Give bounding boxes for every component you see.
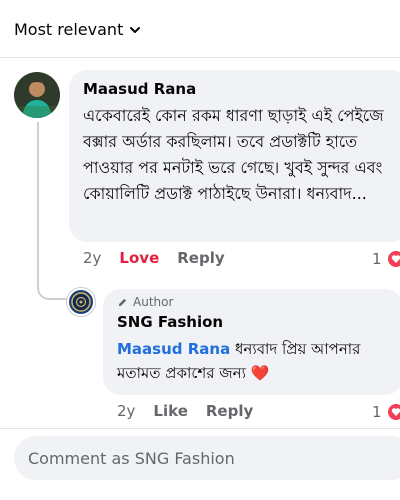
comment-input-placeholder: Comment as SNG Fashion [28, 448, 235, 468]
comments-panel: Most relevant Maasud Rana একেবারেই কোন র… [0, 0, 400, 500]
reply-button[interactable]: Reply [206, 402, 253, 420]
pencil-icon [118, 298, 127, 306]
reply-reaction-summary[interactable]: 1 [372, 402, 400, 422]
reply-text: Maasud Rana ধন্যবাদ প্রিয় আপনার মতামত প… [117, 337, 397, 385]
heart-icon [385, 402, 400, 422]
heart-icon [385, 249, 400, 269]
reply-actions: 2y Like Reply [117, 402, 253, 420]
reaction-count: 1 [372, 250, 382, 268]
reaction-summary[interactable]: 1 [372, 249, 400, 269]
reply-bubble: Author SNG Fashion Maasud Rana ধন্যবাদ প… [103, 289, 400, 395]
sort-label: Most relevant [14, 20, 124, 39]
author-badge-label: Author [133, 295, 174, 309]
reply-time[interactable]: 2y [117, 402, 135, 420]
like-button[interactable]: Like [153, 402, 187, 420]
sort-dropdown[interactable]: Most relevant [14, 20, 141, 39]
reply-button[interactable]: Reply [177, 249, 224, 267]
love-reaction-button[interactable]: Love [119, 249, 159, 267]
comment-author[interactable]: Maasud Rana [83, 80, 395, 98]
comment-bubble: Maasud Rana একেবারেই কোন রকম ধারণা ছাড়া… [69, 70, 400, 242]
page-avatar[interactable] [67, 288, 95, 316]
chevron-down-icon [130, 26, 141, 33]
mention-link[interactable]: Maasud Rana [117, 340, 230, 358]
comment-actions: 2y Love Reply [83, 249, 225, 267]
reply-author[interactable]: SNG Fashion [117, 313, 389, 331]
comment-text: একেবারেই কোন রকম ধারণা ছাড়াই এই পেইজে ব… [83, 106, 384, 203]
reaction-count: 1 [372, 403, 382, 421]
comment-time[interactable]: 2y [83, 249, 101, 267]
red-heart-icon: ❤️ [250, 364, 270, 382]
thread-connector [37, 260, 67, 300]
avatar[interactable] [14, 72, 60, 118]
divider [0, 57, 400, 58]
author-badge: Author [117, 295, 389, 309]
divider [0, 428, 400, 429]
comment-input[interactable]: Comment as SNG Fashion [14, 436, 400, 480]
